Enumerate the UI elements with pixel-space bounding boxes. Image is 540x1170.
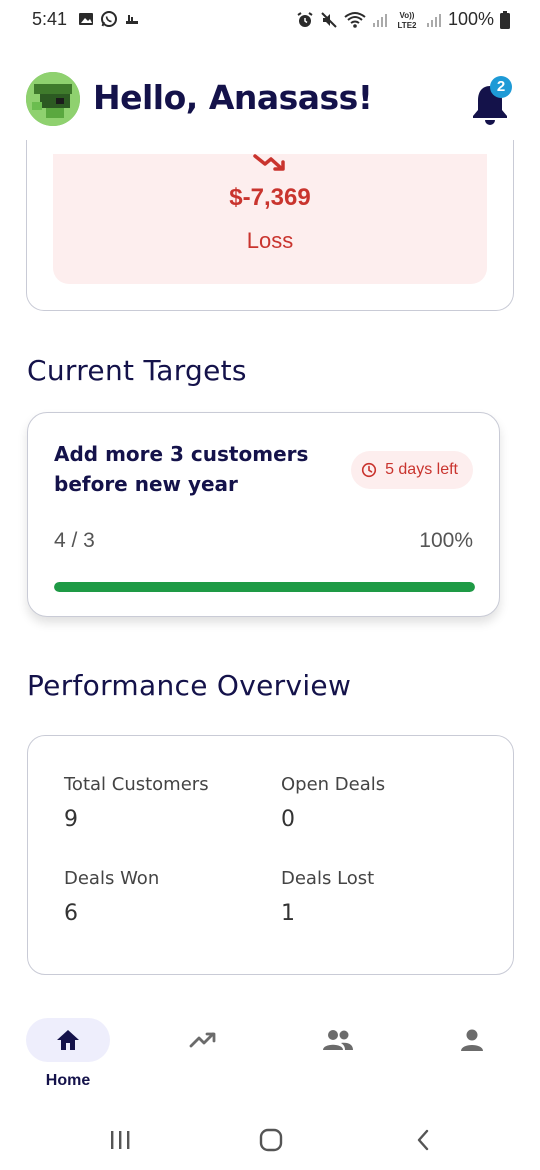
stat-value: 6 bbox=[64, 901, 78, 926]
home-circle-icon bbox=[259, 1128, 283, 1152]
target-progress-bar bbox=[54, 582, 475, 592]
signal-icon bbox=[372, 13, 387, 27]
volte-icon: Vo))LTE2 bbox=[397, 11, 417, 30]
whatsapp-icon bbox=[101, 11, 117, 27]
profit-status: Loss bbox=[246, 228, 294, 253]
notification-button[interactable]: 2 bbox=[470, 76, 516, 126]
stat-deals-lost: Deals Lost 1 bbox=[281, 868, 374, 926]
target-card[interactable]: Add more 3 customers before new year 5 d… bbox=[27, 412, 500, 617]
stat-label: Deals Won bbox=[64, 868, 160, 889]
stat-label: Deals Lost bbox=[281, 868, 375, 889]
person-icon bbox=[461, 1029, 483, 1051]
stat-value: 9 bbox=[64, 807, 78, 832]
nav-home[interactable] bbox=[26, 1018, 110, 1062]
stat-value: 0 bbox=[281, 807, 295, 832]
alarm-icon bbox=[297, 11, 313, 27]
greeting-title: Hello, Anasass! bbox=[93, 78, 373, 117]
gallery-icon bbox=[79, 13, 93, 25]
app-header: Hello, Anasass! 2 bbox=[26, 72, 516, 128]
svg-text:LTE2: LTE2 bbox=[397, 21, 417, 30]
stat-open-deals: Open Deals 0 bbox=[281, 774, 385, 832]
avatar-image-icon bbox=[26, 72, 80, 126]
notification-count-badge: 2 bbox=[490, 76, 512, 98]
svg-text:Vo)): Vo)) bbox=[399, 11, 414, 20]
recents-button[interactable] bbox=[100, 1126, 140, 1154]
stat-label: Open Deals bbox=[281, 774, 386, 795]
battery-percent: 100% bbox=[447, 9, 494, 29]
performance-overview-title: Performance Overview bbox=[27, 669, 352, 702]
bottom-navigation: Home bbox=[0, 1010, 540, 1100]
notification-icon bbox=[126, 15, 138, 24]
target-progress-percent: 100% bbox=[419, 529, 473, 552]
target-title: Add more 3 customers before new year bbox=[54, 442, 309, 496]
nav-performance[interactable] bbox=[161, 1018, 245, 1062]
summary-card: $-7,369 Loss bbox=[26, 140, 514, 311]
stat-total-customers: Total Customers 9 bbox=[64, 774, 209, 832]
performance-card: Total Customers 9 Open Deals 0 Deals Won… bbox=[27, 735, 514, 975]
clock-icon bbox=[361, 462, 377, 478]
battery-icon bbox=[500, 10, 510, 29]
profit-amount: $-7,369 bbox=[229, 184, 311, 211]
stat-deals-won: Deals Won 6 bbox=[64, 868, 159, 926]
deadline-badge: 5 days left bbox=[351, 451, 473, 489]
back-icon bbox=[417, 1129, 429, 1151]
trending-down-icon bbox=[253, 154, 285, 171]
nav-profile[interactable] bbox=[430, 1018, 514, 1062]
avatar[interactable] bbox=[26, 72, 80, 126]
status-time: 5:41 bbox=[32, 9, 68, 29]
status-left-icons bbox=[78, 10, 140, 28]
loss-box: $-7,369 Loss bbox=[53, 154, 487, 284]
nav-customers[interactable] bbox=[296, 1018, 380, 1062]
system-home-button[interactable] bbox=[251, 1126, 291, 1154]
deadline-text: 5 days left bbox=[385, 461, 458, 478]
current-targets-title: Current Targets bbox=[27, 354, 247, 387]
trending-up-icon bbox=[189, 1032, 216, 1048]
back-button[interactable] bbox=[403, 1126, 443, 1154]
stat-value: 1 bbox=[281, 901, 295, 926]
target-progress-count: 4 / 3 bbox=[54, 529, 95, 552]
mute-icon bbox=[321, 11, 337, 28]
group-icon bbox=[323, 1030, 353, 1050]
status-right-icons: Vo)) LTE2 100% bbox=[296, 9, 510, 30]
target-progress-fill bbox=[54, 582, 475, 592]
wifi-icon bbox=[344, 11, 366, 28]
recents-icon bbox=[111, 1131, 130, 1149]
stat-label: Total Customers bbox=[64, 774, 209, 795]
nav-home-label[interactable]: Home bbox=[26, 1072, 110, 1090]
system-navigation-bar bbox=[0, 1112, 540, 1170]
signal-icon bbox=[426, 13, 441, 27]
status-bar: 5:41 Vo)) LTE2 100% bbox=[0, 0, 540, 42]
home-icon bbox=[57, 1030, 79, 1050]
